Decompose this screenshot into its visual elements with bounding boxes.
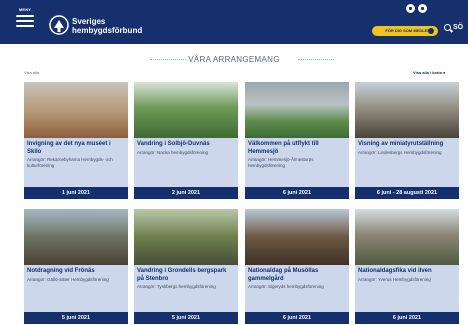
event-image — [355, 209, 459, 265]
event-organizer: Arrangör: Lindesbergs Hembygdsförening — [358, 149, 442, 155]
search-label: SÖ — [453, 24, 464, 31]
event-organizer: Arrangör: Sigeryds hembygdsförening — [248, 284, 324, 289]
search-button[interactable]: SÖ — [444, 24, 463, 31]
menu-icon-bar — [16, 20, 34, 22]
event-image — [245, 209, 349, 265]
event-card[interactable]: Vandring i Solbjö-Duvnäs Arrangör: Nacka… — [134, 82, 238, 199]
event-card[interactable]: Nationaldag på Musöllas gammelgård Arran… — [245, 209, 349, 324]
event-date: 1 juni 2021 — [24, 187, 128, 199]
event-title: Vandring i Solbjö-Duvnäs — [137, 141, 210, 147]
event-organizer: Arrangör: Tyskbergs hembygdsförening — [137, 284, 216, 289]
event-title: Invigning av det nya muséet i Skilo — [27, 141, 111, 155]
menu-icon-bar — [16, 15, 34, 17]
menu-icon-bar — [16, 25, 34, 27]
brand-line1: Sveriges — [72, 17, 106, 26]
event-date: 6 juni 2021 — [355, 312, 459, 324]
event-image — [245, 82, 349, 138]
event-date: 6 juni 2021 — [245, 187, 349, 199]
show-all-link[interactable]: Visa alla — [24, 70, 39, 75]
event-card[interactable]: Nationaldagsfika vid ilven Arrangör: Yve… — [355, 209, 459, 324]
top-bar: MENY Sveriges hembygdsförbund FÖR DIG SO… — [0, 0, 468, 44]
event-organizer: Arrangör: Nacka hembygdsförening — [137, 149, 209, 155]
map-view-link[interactable]: Visa alla i karta ● — [413, 70, 445, 75]
search-icon — [444, 24, 451, 31]
instagram-icon[interactable] — [418, 4, 427, 13]
map-view-label: Visa alla i karta — [413, 70, 442, 75]
event-organizer: Arrangör: Yverus Hembygdsförening — [358, 276, 431, 282]
event-card[interactable]: Välkommen på utflykt till Hemmesjö Arran… — [245, 82, 349, 199]
event-title: Välkommen på utflykt till Hemmesjö — [248, 141, 319, 155]
event-image — [355, 82, 459, 138]
event-image — [24, 82, 128, 138]
section-title: VÅRA ARRANGEMANG — [188, 55, 280, 64]
event-card[interactable]: Vandring i Grondells bergspark på Stenbr… — [134, 209, 238, 324]
event-card[interactable]: Notdragning vid Frönäs Arrangör: Gällö-S… — [24, 209, 128, 324]
menu-button[interactable]: MENY — [14, 7, 36, 37]
event-title: Notdragning vid Frönäs — [27, 268, 95, 274]
social-links — [406, 4, 427, 13]
event-image — [24, 209, 128, 265]
event-date: 6 juni - 28 augusti 2021 — [355, 187, 459, 199]
event-date: 5 juni 2021 — [134, 312, 238, 324]
event-organizer: Arrangör: Gällö-Säter Hembygdsförening — [27, 276, 109, 282]
menu-label: MENY — [18, 7, 32, 12]
facebook-icon[interactable] — [406, 4, 415, 13]
event-image — [134, 82, 238, 138]
member-button[interactable]: FÖR DIG SOM MEDLEM — [372, 26, 438, 36]
event-title: Vandring i Grondells bergspark på Stenbr… — [137, 268, 227, 282]
event-date: 5 juni 2021 — [24, 312, 128, 324]
event-card[interactable]: Invigning av det nya muséet i Skilo Arra… — [24, 82, 128, 199]
shf-logo-icon[interactable] — [48, 14, 70, 36]
title-decoration-right — [298, 59, 334, 62]
event-title: Nationaldagsfika vid ilven — [358, 268, 432, 274]
brand-line2: hembygdsförbund — [72, 26, 143, 35]
event-image — [134, 209, 238, 265]
map-pin-icon: ● — [442, 70, 446, 75]
event-organizer: Arrangör: Hemmesjö-Ålmestorps hembygdsfö… — [248, 157, 314, 168]
event-title: Nationaldag på Musöllas gammelgård — [248, 268, 319, 282]
event-title: Visning av miniatyrutställning — [358, 141, 444, 147]
brand-name[interactable]: Sveriges hembygdsförbund — [72, 17, 142, 35]
event-organizer: Arrangör: Rekarnebyhama Hembygds- och ku… — [27, 157, 113, 168]
event-card[interactable]: Visning av miniatyrutställning Arrangör:… — [355, 82, 459, 199]
event-date: 6 juni 2021 — [245, 312, 349, 324]
event-date: 2 juni 2021 — [134, 187, 238, 199]
